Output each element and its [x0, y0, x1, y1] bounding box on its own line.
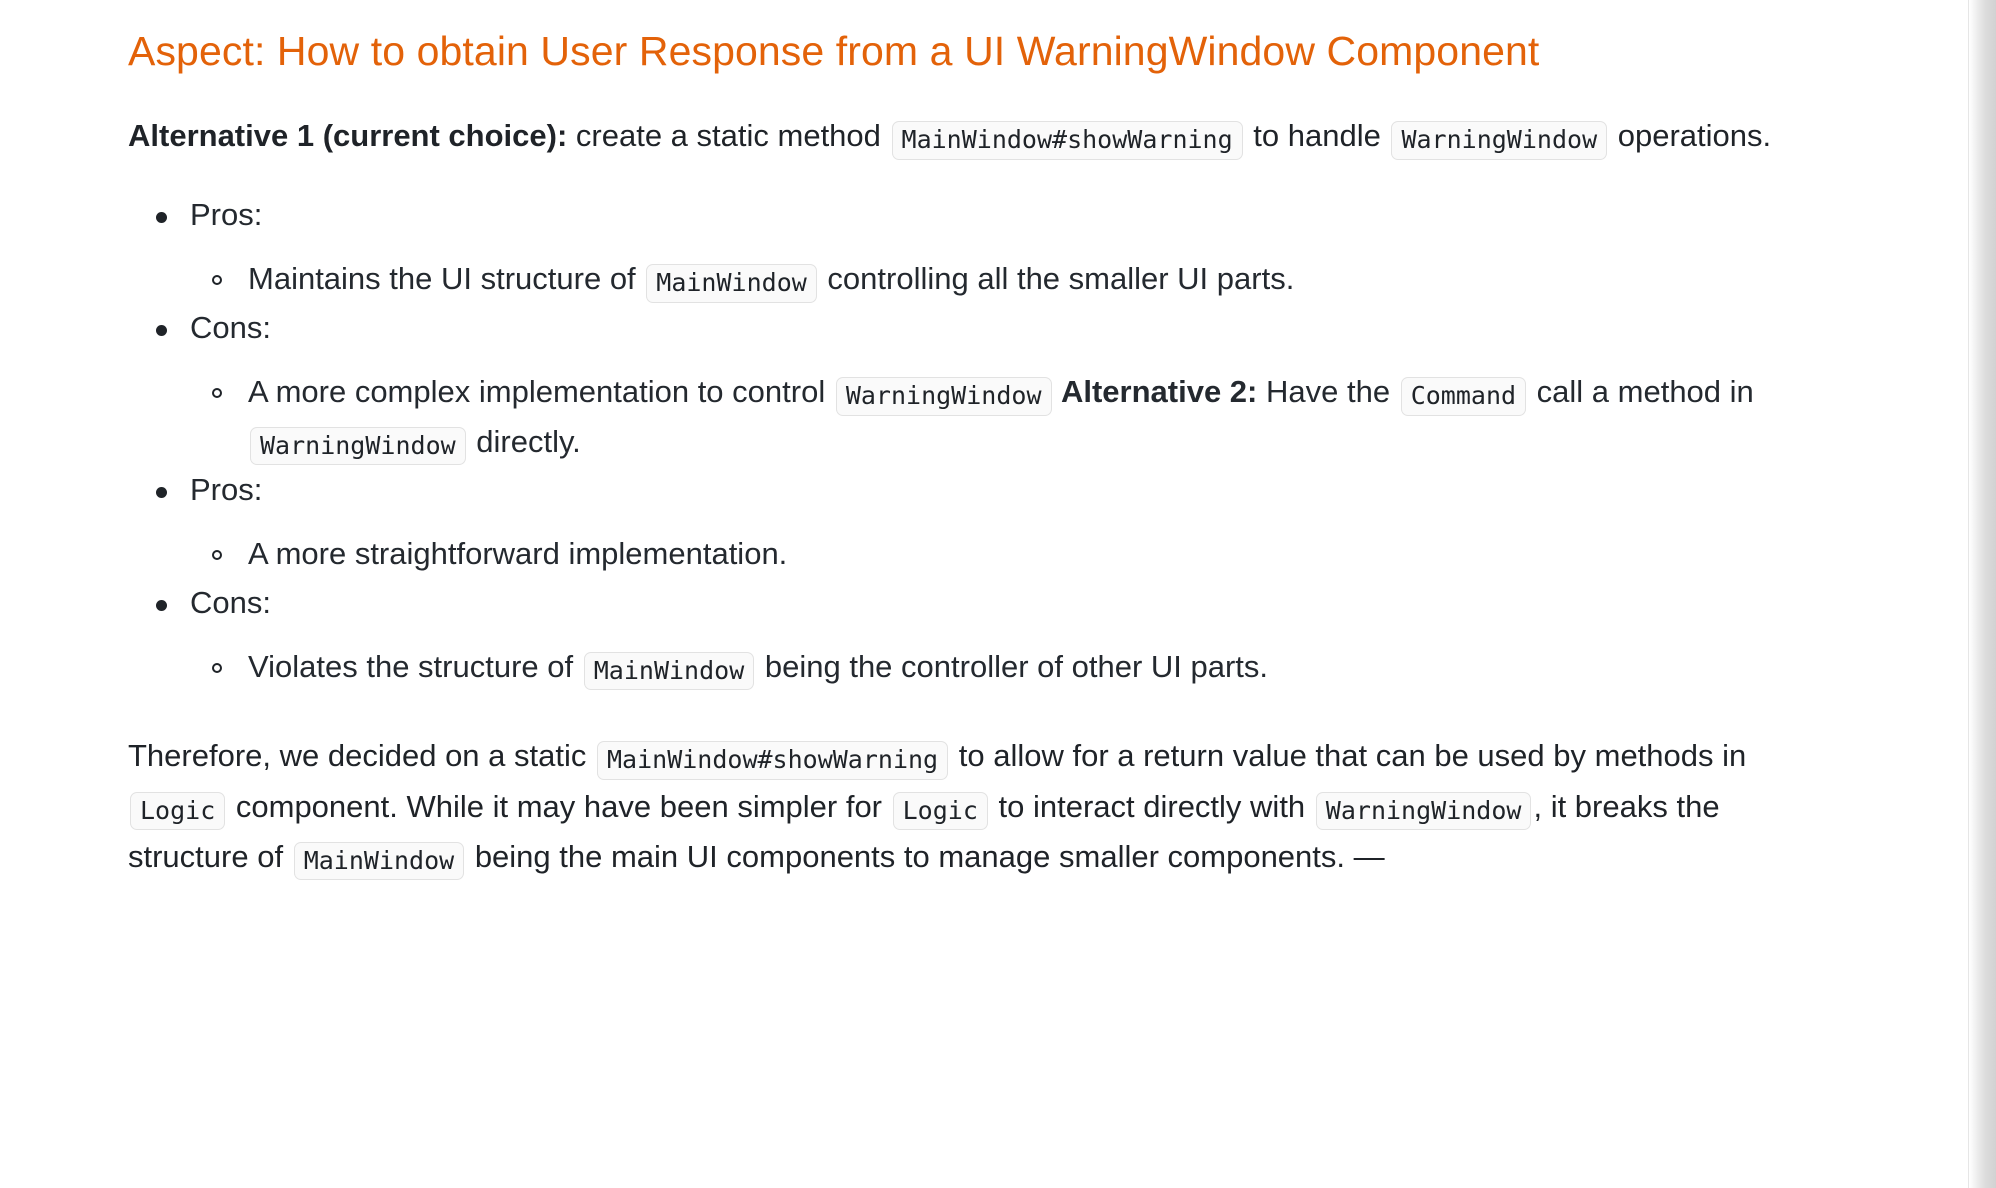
alternative-1-text-3: operations.	[1609, 118, 1772, 154]
list-item-label: Pros:	[190, 466, 262, 515]
sub-list: A more straightforward implementation.	[190, 529, 1900, 579]
code-chip-warningwindow: WarningWindow	[1391, 121, 1608, 160]
sub-list-item: Violates the structure of MainWindow bei…	[190, 642, 1900, 692]
code-chip-command: Command	[1400, 377, 1527, 416]
sub-list-item-text: directly.	[467, 423, 581, 459]
conclusion-text-2: to allow for a return value that can be …	[950, 738, 1747, 774]
alternative-1-text-1: create a static method	[567, 118, 890, 154]
sub-list: Violates the structure of MainWindow bei…	[190, 642, 1900, 692]
code-chip-logic-2: Logic	[892, 791, 988, 831]
list-item: Cons: A more complex implementation to co…	[128, 304, 1900, 466]
alternative-1-paragraph: Alternative 1 (current choice): create a…	[128, 111, 1848, 161]
document-body: Aspect: How to obtain User Response from…	[0, 0, 1960, 1188]
sub-list-item-text: A more straightforward implementation.	[248, 536, 788, 572]
inline-bold-label: Alternative 2:	[1053, 374, 1258, 409]
conclusion-text-3: component. While it may have been simple…	[227, 788, 891, 824]
code-chip-mainwindow-showwarning-2: MainWindow#showWarning	[596, 741, 949, 780]
sub-list-item-text: call a method in	[1528, 374, 1754, 409]
sub-list-item-text: Maintains the UI structure of	[248, 261, 645, 297]
code-chip-logic-1: Logic	[130, 791, 226, 831]
conclusion-text-4: to interact directly with	[989, 788, 1314, 824]
conclusion-paragraph: Therefore, we decided on a static MainWi…	[128, 731, 1848, 882]
sub-list: A more complex implementation to control…	[190, 367, 1900, 466]
sub-list-item-text: Have the	[1257, 374, 1399, 409]
sub-list-item-text: A more complex implementation to control	[248, 374, 834, 409]
page-title: Aspect: How to obtain User Response from…	[128, 28, 1540, 74]
conclusion-text-1: Therefore, we decided on a static	[128, 738, 595, 774]
list-item-label: Cons:	[190, 579, 271, 628]
list-item: Cons: Violates the structure of MainWindo…	[128, 579, 1900, 692]
code-chip-warningwindow: WarningWindow	[250, 426, 466, 466]
sub-list: Maintains the UI structure of MainWindow…	[190, 254, 1900, 304]
code-chip-mainwindow: MainWindow	[583, 651, 755, 691]
list-item: Pros: Maintains the UI structure of MainW…	[128, 191, 1900, 304]
sub-list-item-text: controlling all the smaller UI parts.	[818, 261, 1295, 297]
code-chip-mainwindow-2: MainWindow	[293, 841, 465, 881]
list-item-label: Cons:	[190, 304, 271, 353]
list-item-label: Pros:	[190, 191, 262, 240]
alternative-1-bold-lead: Alternative 1 (current choice):	[128, 118, 568, 154]
alternative-1-text-2: to handle	[1244, 118, 1390, 154]
code-chip-warningwindow: WarningWindow	[835, 377, 1052, 416]
vertical-scrollbar[interactable]	[1968, 0, 1996, 1188]
code-chip-warningwindow-2: WarningWindow	[1315, 791, 1532, 831]
sub-list-item: A more straightforward implementation.	[190, 529, 1900, 579]
sub-list-item-text: being the controller of other UI parts.	[756, 648, 1269, 684]
code-chip-mainwindow-showwarning: MainWindow#showWarning	[891, 121, 1243, 160]
code-chip-mainwindow: MainWindow	[646, 264, 817, 303]
conclusion-text-6: being the main UI components to manage s…	[466, 838, 1385, 874]
list-item: Pros: A more straightforward implementati…	[128, 466, 1900, 579]
sub-list-item: A more complex implementation to control…	[190, 367, 1900, 466]
pros-cons-list: Pros: Maintains the UI structure of MainW…	[128, 191, 1900, 691]
sub-list-item: Maintains the UI structure of MainWindow…	[190, 254, 1900, 304]
sub-list-item-text: Violates the structure of	[248, 648, 582, 684]
